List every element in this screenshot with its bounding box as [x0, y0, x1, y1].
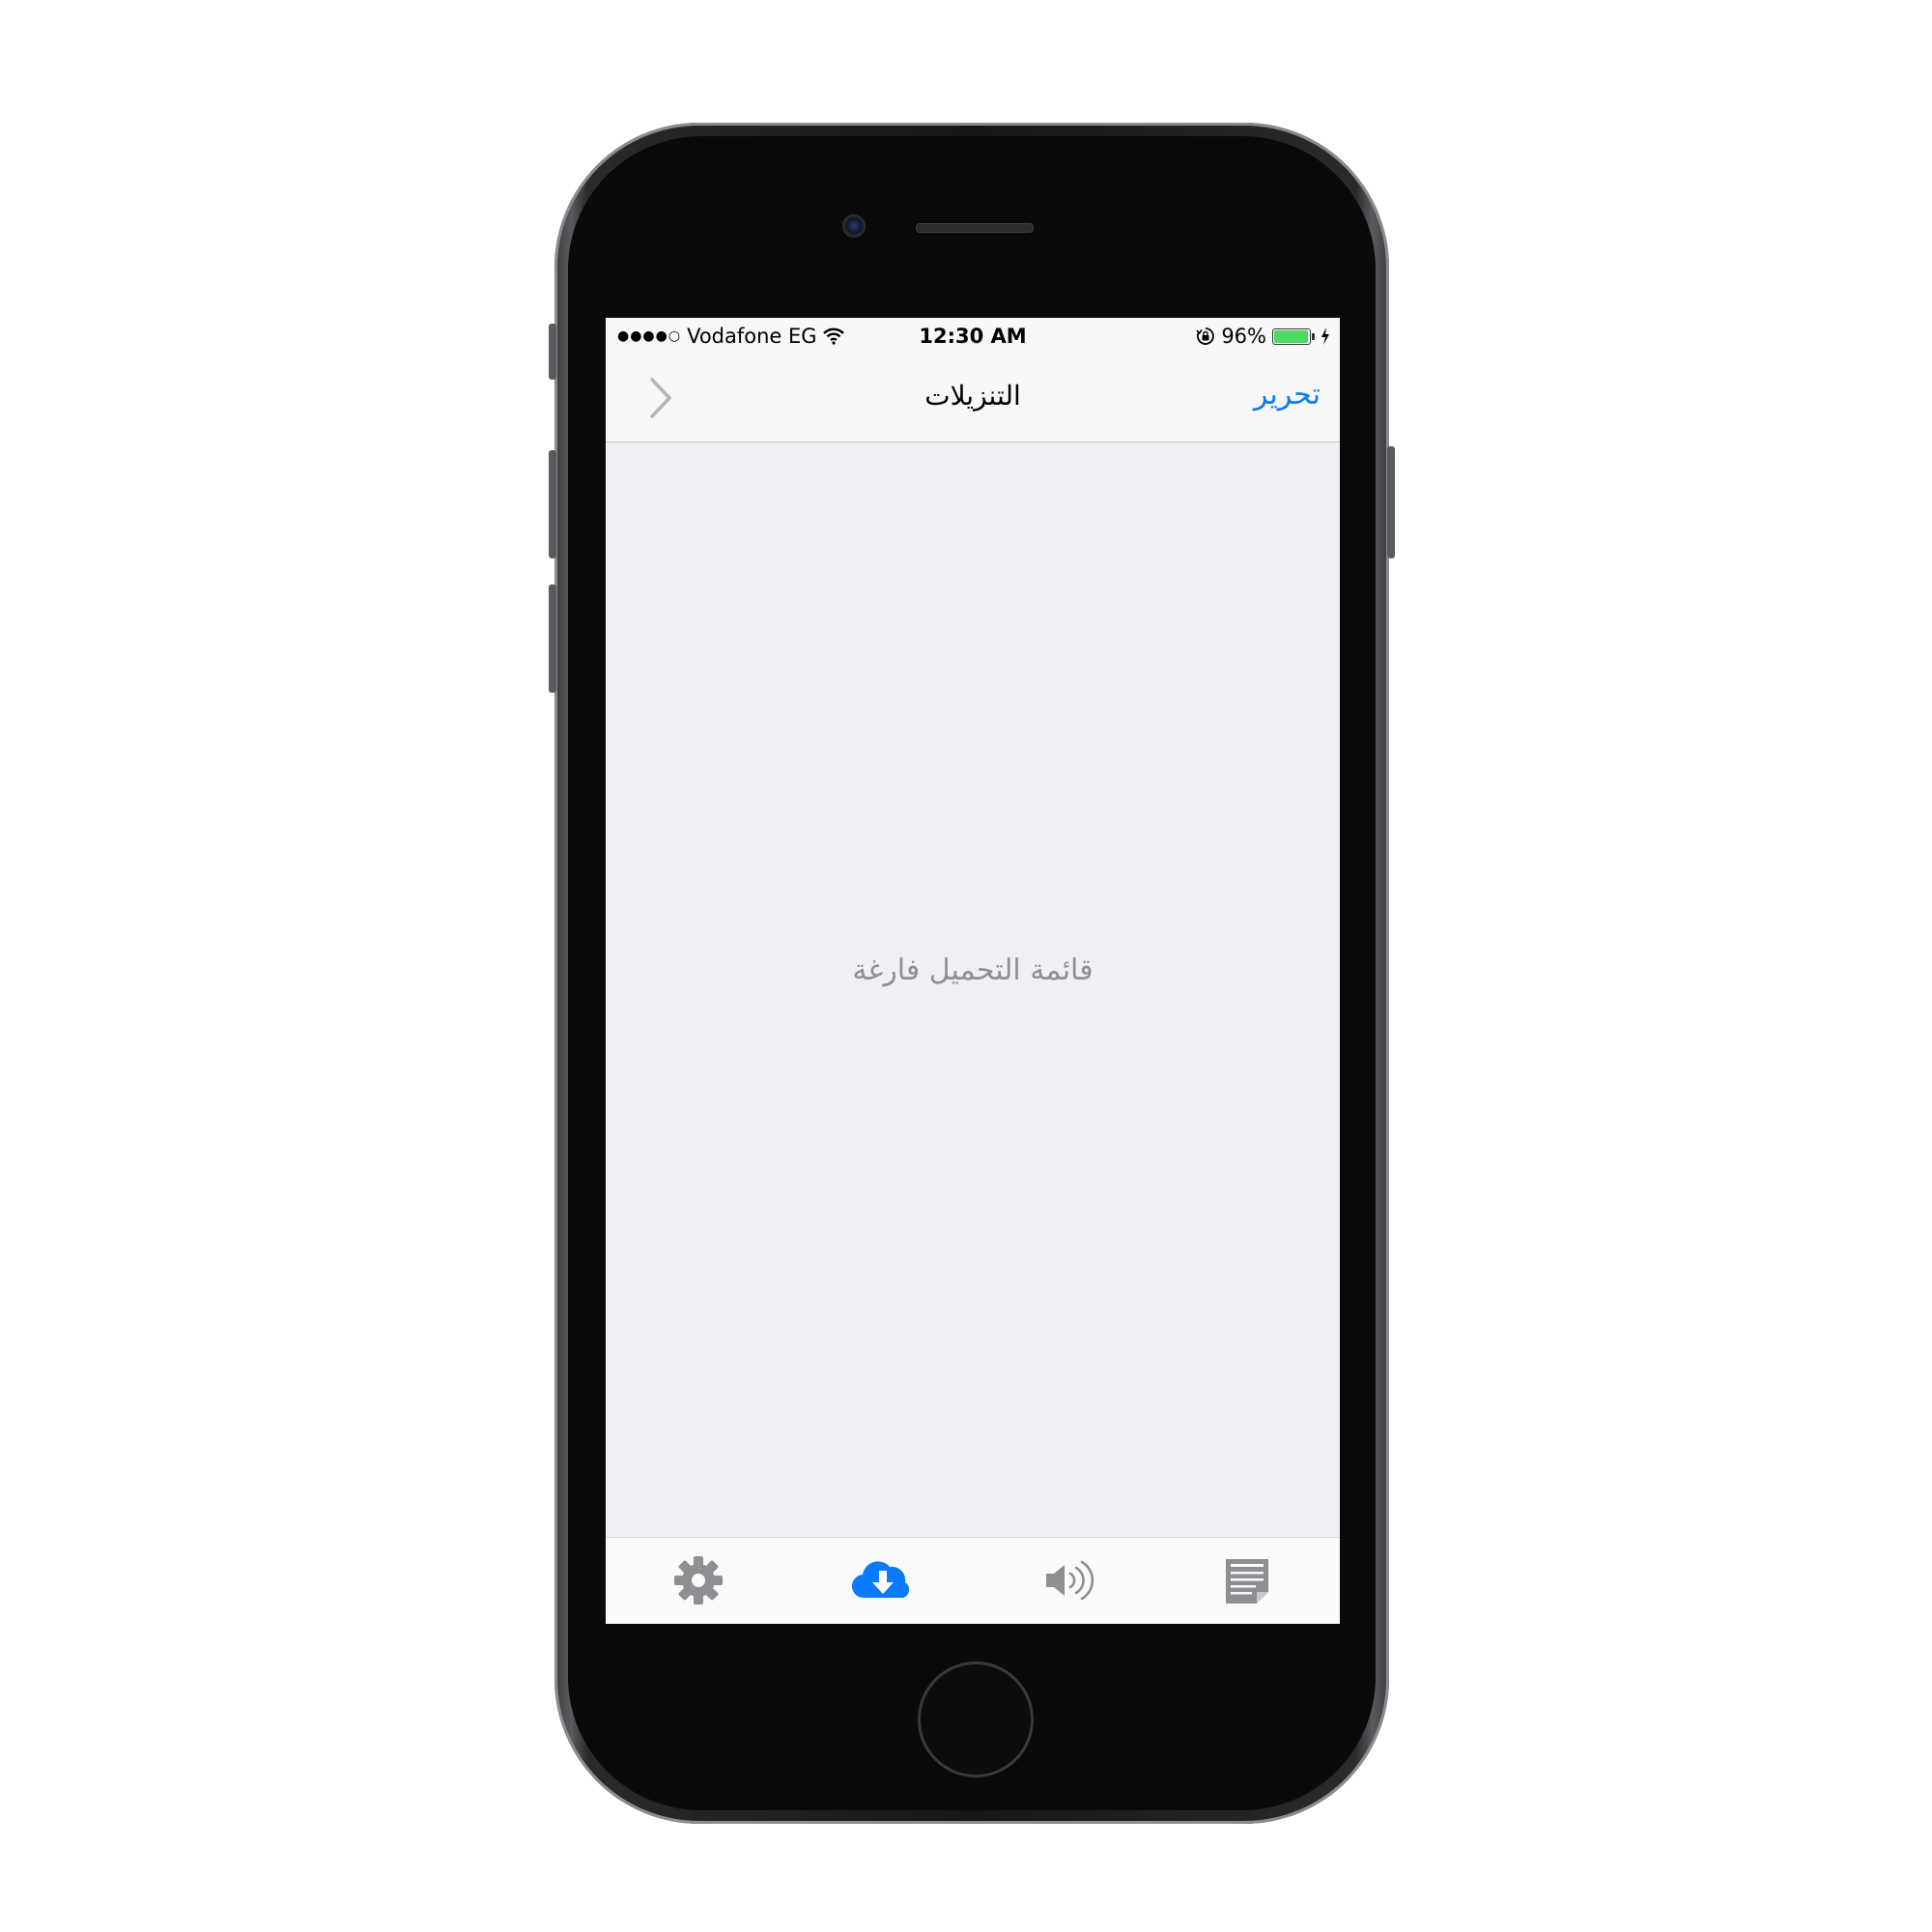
- volume-down-button: [549, 584, 556, 693]
- volume-up-button: [549, 450, 556, 558]
- front-camera: [842, 214, 866, 238]
- tab-settings[interactable]: [669, 1553, 727, 1607]
- charging-bolt-icon: [1321, 327, 1329, 345]
- power-button: [1387, 446, 1395, 558]
- earpiece-speaker: [916, 223, 1034, 233]
- tab-audio[interactable]: [1038, 1553, 1096, 1607]
- notes-icon: [1226, 1559, 1268, 1604]
- edit-button[interactable]: تحرير: [1254, 378, 1321, 412]
- empty-state-message: قائمة التحميل فارغة: [852, 953, 1094, 987]
- tab-bar: [606, 1537, 1340, 1624]
- status-bar: ●●●●○ Vodafone EG 12:30 AM 96%: [606, 318, 1340, 356]
- rotation-lock-icon: [1196, 327, 1215, 345]
- battery-tip: [1312, 332, 1315, 340]
- mute-switch: [549, 324, 556, 380]
- battery-percent: 96%: [1221, 325, 1266, 348]
- battery-icon: [1272, 327, 1311, 345]
- phone-screen: ●●●●○ Vodafone EG 12:30 AM 96% التنزيلات…: [606, 318, 1340, 1624]
- navigation-bar: التنزيلات تحرير: [606, 356, 1340, 442]
- cloud-download-icon: [851, 1561, 910, 1599]
- battery-level: [1274, 329, 1308, 343]
- gear-icon: [674, 1556, 723, 1605]
- tab-downloads[interactable]: [851, 1553, 915, 1607]
- status-right: 96%: [1196, 325, 1330, 348]
- page-title: التنزيلات: [924, 380, 1021, 412]
- speaker-icon: [1046, 1560, 1094, 1601]
- home-button[interactable]: [918, 1662, 1034, 1777]
- tab-notes[interactable]: [1218, 1553, 1276, 1607]
